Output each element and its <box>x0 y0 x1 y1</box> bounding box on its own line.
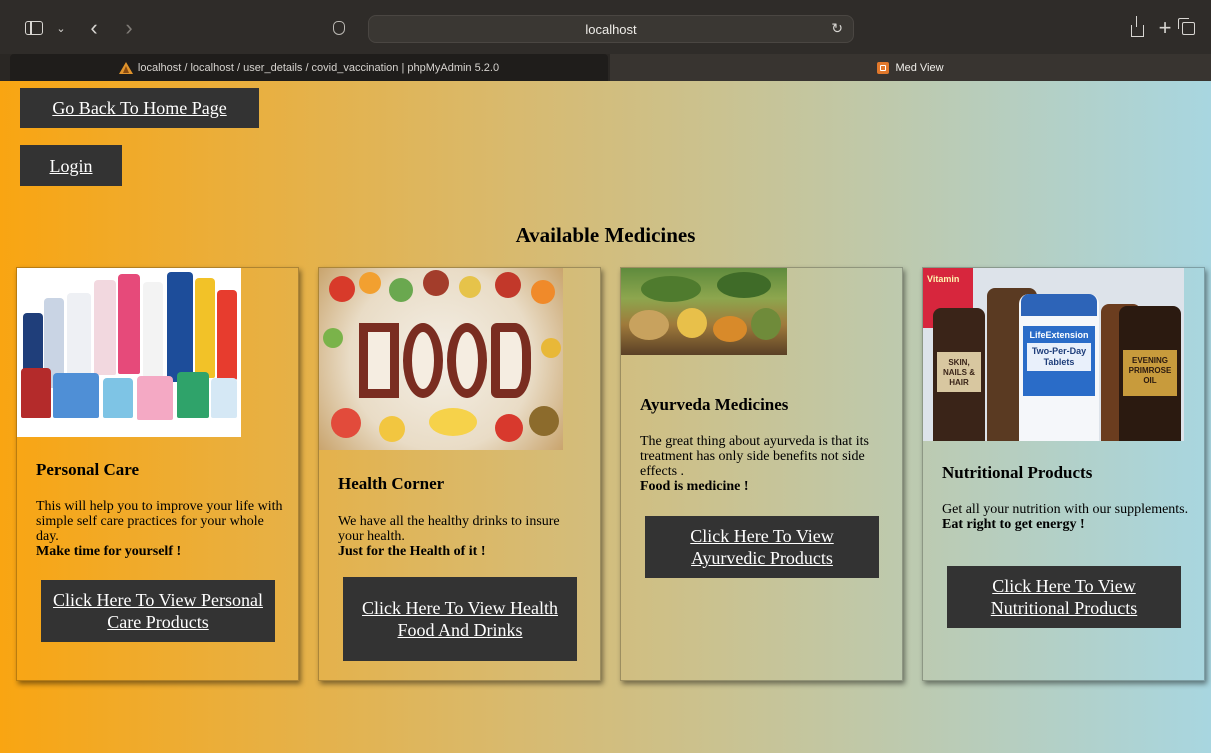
card-description-text: Get all your nutrition with our suppleme… <box>942 502 1189 517</box>
tab-label: Med View <box>895 61 944 74</box>
view-health-food-button[interactable]: Click Here To View Health Food And Drink… <box>343 577 577 661</box>
tab-phpmyadmin[interactable]: localhost / localhost / user_details / c… <box>10 54 608 81</box>
tab-med-view[interactable]: Med View <box>610 54 1211 81</box>
supplement-label-top: Vitamin <box>927 274 960 284</box>
ayurveda-herbs-image <box>621 268 787 355</box>
food-letter-d <box>491 323 531 398</box>
card-description: We have all the healthy drinks to insure… <box>338 514 588 559</box>
food-letter-o <box>403 323 443 398</box>
view-personal-care-button[interactable]: Click Here To View Personal Care Product… <box>41 580 275 642</box>
card-heading: Health Corner <box>338 474 445 493</box>
supplement-brand: LifeExtension <box>1029 330 1089 340</box>
home-page-button[interactable]: Go Back To Home Page <box>20 88 259 128</box>
phpmyadmin-icon <box>118 61 133 74</box>
browser-toolbar: ⌄ ‹ › localhost ↻ + <box>0 0 1211 54</box>
card-tagline: Make time for yourself ! <box>36 544 182 559</box>
xampp-icon <box>877 61 890 74</box>
tab-overview-icon[interactable] <box>1177 17 1196 39</box>
view-nutritional-button[interactable]: Click Here To View Nutritional Products <box>947 566 1181 628</box>
privacy-shield-icon[interactable] <box>331 17 347 39</box>
address-text: localhost <box>585 21 637 37</box>
forward-arrow-icon[interactable]: › <box>121 15 137 40</box>
card-description: Get all your nutrition with our suppleme… <box>942 502 1192 532</box>
tab-bar: localhost / localhost / user_details / c… <box>0 54 1211 81</box>
card-description-text: The great thing about ayurveda is that i… <box>640 434 869 479</box>
card-heading: Personal Care <box>36 460 140 479</box>
share-icon[interactable] <box>1129 16 1145 39</box>
card-description: This will help you to improve your life … <box>36 499 286 559</box>
food-letter-f <box>359 323 399 398</box>
supplement-label-left: SKIN, NAILS & HAIR <box>937 352 981 392</box>
login-button[interactable]: Login <box>20 145 122 186</box>
page-content: Go Back To Home Page Login Available Med… <box>0 81 1211 753</box>
new-tab-plus-icon[interactable]: + <box>1157 15 1173 40</box>
card-tagline: Just for the Health of it ! <box>338 544 486 559</box>
card-description-text: This will help you to improve your life … <box>36 499 283 544</box>
food-letter-o <box>447 323 487 398</box>
back-arrow-icon[interactable]: ‹ <box>86 15 102 40</box>
address-bar[interactable]: localhost ↻ <box>368 15 854 43</box>
supplement-label-right: EVENING PRIMROSE OIL <box>1123 350 1177 396</box>
card-tagline: Food is medicine ! <box>640 479 749 494</box>
card-ayurveda: Ayurveda Medicines The great thing about… <box>620 267 903 681</box>
card-heading: Nutritional Products <box>942 463 1093 482</box>
browser-window: ⌄ ‹ › localhost ↻ + localhost / localhos… <box>0 0 1211 753</box>
sidebar-toggle-icon[interactable] <box>24 17 44 39</box>
tab-label: localhost / localhost / user_details / c… <box>137 61 500 74</box>
supplement-name: Two-Per-Day Tablets <box>1027 343 1091 371</box>
page-title: Available Medicines <box>515 223 696 247</box>
supplements-image: Vitamin SKIN, NAILS & HAIR LifeExtension… <box>923 268 1184 441</box>
personal-care-image <box>17 268 241 437</box>
card-health-corner: Health Corner We have all the healthy dr… <box>318 267 601 681</box>
card-description: The great thing about ayurveda is that i… <box>640 434 890 494</box>
card-nutritional: Vitamin SKIN, NAILS & HAIR LifeExtension… <box>922 267 1205 681</box>
chevron-down-icon[interactable]: ⌄ <box>54 17 68 39</box>
view-ayurvedic-button[interactable]: Click Here To View Ayurvedic Products <box>645 516 879 578</box>
card-personal-care: Personal Care This will help you to impr… <box>16 267 299 681</box>
card-heading: Ayurveda Medicines <box>640 395 789 414</box>
reload-icon[interactable]: ↻ <box>831 20 843 37</box>
card-tagline: Eat right to get energy ! <box>942 517 1085 532</box>
supplement-main-label: LifeExtension Two-Per-Day Tablets <box>1023 326 1095 396</box>
food-image <box>319 268 563 450</box>
card-description-text: We have all the healthy drinks to insure… <box>338 514 560 544</box>
